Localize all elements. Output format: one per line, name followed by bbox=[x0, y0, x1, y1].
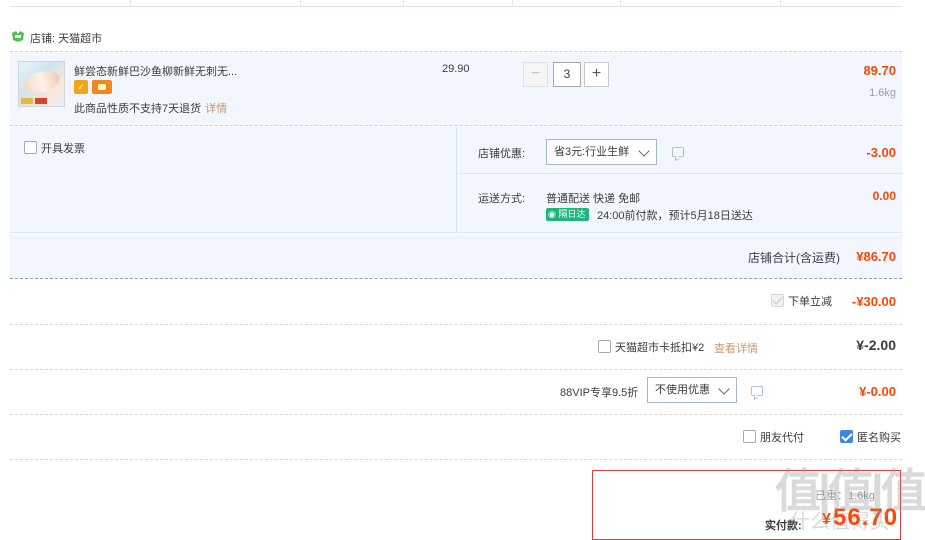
vip-discount-value: ¥-0.00 bbox=[859, 384, 896, 399]
supermarket-card-check-box[interactable] bbox=[598, 340, 611, 353]
card-details-link[interactable]: 查看详情 bbox=[714, 340, 758, 356]
card-deduction-value: ¥-2.00 bbox=[856, 337, 896, 353]
payment-options-row: 朋友代付 匿名购买 bbox=[10, 415, 902, 460]
shop-total-label: 店铺合计(含运费) bbox=[748, 251, 840, 265]
vip-discount-row: 88VIP专享9.5折 不使用优惠 ¥-0.00 bbox=[10, 370, 902, 415]
shop-name[interactable]: 店铺: 天猫超市 bbox=[30, 30, 102, 46]
return-policy-note: 此商品性质不支持7天退货 详情 bbox=[74, 103, 228, 115]
watermark-text: 什么值得买 bbox=[790, 511, 890, 533]
chevron-down-icon bbox=[638, 145, 650, 157]
panel-divider bbox=[456, 127, 457, 233]
instant-discount-check-box[interactable] bbox=[771, 294, 784, 307]
order-options-panel: 开具发票 店铺优惠: 省3元:行业生鲜 -3.00 运送方式: 普通配送 快递 … bbox=[10, 127, 902, 233]
table-header-strip bbox=[10, 0, 902, 7]
chevron-down-icon bbox=[718, 383, 730, 395]
item-subtotal: 89.70 bbox=[863, 63, 896, 78]
panel-divider bbox=[457, 173, 902, 174]
anonymous-purchase-check-box[interactable] bbox=[840, 430, 853, 443]
quantity-increase-button[interactable]: + bbox=[584, 62, 609, 87]
delivery-estimate: 24:00前付款，预计5月18日送达 bbox=[597, 210, 753, 222]
shop-total-row: 店铺合计(含运费) ¥86.70 bbox=[10, 234, 902, 279]
shop-header: 店铺: 天猫超市 bbox=[10, 28, 902, 52]
shipping-fee: 0.00 bbox=[872, 189, 896, 203]
product-thumbnail[interactable] bbox=[18, 61, 65, 107]
supermarket-card-row: 天猫超市卡抵扣¥2 查看详情 ¥-2.00 bbox=[10, 325, 902, 370]
anonymous-purchase-checkbox[interactable]: 匿名购买 bbox=[840, 429, 901, 445]
quantity-input[interactable]: 3 bbox=[553, 62, 581, 87]
vip-discount-select[interactable]: 不使用优惠 bbox=[647, 377, 737, 403]
instant-discount-checkbox[interactable]: 下单立减 bbox=[771, 293, 832, 309]
shipping-method: 普通配送 快递 免邮 bbox=[546, 193, 641, 205]
shop-discount-select[interactable]: 省3元:行业生鲜 bbox=[546, 139, 657, 165]
shop-total-value: ¥86.70 bbox=[856, 249, 896, 264]
shipping-label: 运送方式: bbox=[478, 193, 526, 205]
invoice-check-box[interactable] bbox=[24, 141, 37, 154]
message-icon[interactable] bbox=[751, 386, 763, 396]
friend-pay-checkbox[interactable]: 朋友代付 bbox=[743, 429, 804, 445]
instant-discount-row: 下单立减 -¥30.00 bbox=[10, 280, 902, 325]
message-icon[interactable] bbox=[672, 147, 684, 157]
quantity-stepper: − 3 + bbox=[523, 62, 609, 88]
service-badge-icon: ✓ bbox=[74, 80, 88, 94]
supermarket-card-checkbox[interactable]: 天猫超市卡抵扣¥2 bbox=[598, 339, 704, 355]
shop-discount-amount: -3.00 bbox=[866, 145, 896, 160]
unit-price: 29.90 bbox=[442, 63, 470, 75]
quantity-decrease-button[interactable]: − bbox=[523, 62, 548, 87]
vip-discount-label: 88VIP专享9.5折 bbox=[560, 387, 639, 399]
tmall-shop-icon bbox=[12, 31, 24, 42]
next-day-badge: ◉ 隔日达 bbox=[546, 208, 590, 221]
invoice-checkbox[interactable]: 开具发票 bbox=[24, 140, 85, 156]
instant-discount-value: -¥30.00 bbox=[851, 294, 896, 309]
shop-discount-label: 店铺优惠: bbox=[478, 148, 526, 160]
product-title[interactable]: 鲜尝态新鲜巴沙鱼柳新鲜无刺无... bbox=[74, 63, 237, 79]
item-weight: 1.6kg bbox=[869, 87, 896, 99]
cart-item-row: 鲜尝态新鲜巴沙鱼柳新鲜无刺无... ✓ 此商品性质不支持7天退货 详情 29.90… bbox=[10, 53, 902, 126]
friend-pay-check-box[interactable] bbox=[743, 430, 756, 443]
card-badge-icon bbox=[92, 80, 112, 94]
return-policy-link[interactable]: 详情 bbox=[205, 103, 227, 115]
